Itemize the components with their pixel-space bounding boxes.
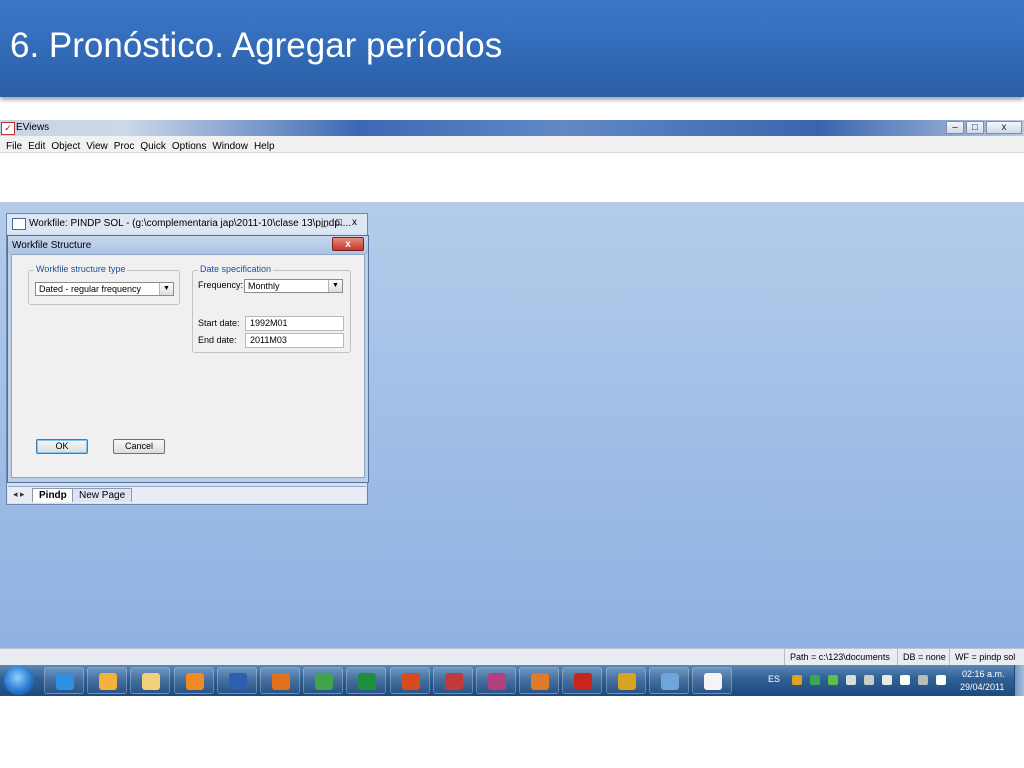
tray-icon[interactable]: [846, 675, 856, 685]
taskbar-app-button[interactable]: [130, 667, 171, 694]
taskbar-app-button[interactable]: [648, 667, 689, 694]
taskbar-app-button[interactable]: [389, 667, 430, 694]
firefox-icon: [272, 673, 290, 690]
acrobat-icon: [574, 673, 593, 690]
slide-title: 6. Pronóstico. Agregar períodos: [10, 26, 503, 65]
taskbar-app-button[interactable]: [605, 667, 646, 694]
eviews-screenshot: ✓ EViews – □ x File Edit Object View Proc Qui…: [0, 120, 1024, 696]
tray-icon[interactable]: [882, 675, 892, 685]
taskbar-app-button[interactable]: [562, 667, 603, 694]
minitab-icon: [444, 673, 463, 690]
excel-icon: [358, 673, 377, 690]
close-button[interactable]: x: [986, 121, 1022, 134]
clock-time[interactable]: 02:16 a.m.: [962, 669, 1005, 679]
taskbar-app-button[interactable]: [260, 667, 300, 694]
chevron-down-icon[interactable]: ▼: [328, 280, 342, 292]
paint-icon: [660, 673, 679, 690]
frequency-label: Frequency:: [198, 280, 244, 290]
taskbar-app-button[interactable]: [476, 667, 516, 694]
taskbar-app-button[interactable]: [692, 667, 732, 694]
date-specification-group: Date specification Frequency: Monthly ▼ …: [192, 264, 351, 353]
workfile-window: Workfile: PINDP SOL - (g:\complementaria…: [6, 213, 369, 505]
powerpoint-icon: [401, 673, 420, 690]
tab-scroll-arrows[interactable]: ◂ ▸: [13, 489, 25, 500]
show-desktop-button[interactable]: [1014, 665, 1024, 696]
maximize-button[interactable]: □: [966, 121, 984, 134]
dialog-body: Workfile structure type Dated - regular …: [11, 254, 365, 478]
menubar: File Edit Object View Proc Quick Options Window…: [0, 136, 1024, 153]
taskbar-app-button[interactable]: [216, 667, 257, 694]
tray-icon[interactable]: [828, 675, 838, 685]
workfile-structure-dialog: Workfile Structure x Workfile structure …: [7, 235, 369, 483]
matlab-icon: [531, 673, 550, 690]
start-date-label: Start date:: [198, 318, 240, 328]
status-db: DB = none: [897, 649, 949, 666]
dialog-title: Workfile Structure: [12, 240, 92, 251]
clock-date[interactable]: 29/04/2011: [960, 682, 1004, 692]
taskbar-app-button[interactable]: [346, 667, 387, 694]
status-path: Path = c:\123\documents: [784, 649, 897, 666]
workfile-title: Workfile: PINDP SOL - (g:\complementaria…: [29, 218, 352, 229]
command-window[interactable]: [0, 153, 1024, 205]
start-date-field[interactable]: 1992M01: [245, 316, 344, 331]
minimize-button[interactable]: –: [946, 121, 964, 134]
tab-pindp[interactable]: Pindp: [32, 488, 74, 502]
structure-type-value: Dated - regular frequency: [39, 284, 142, 294]
tray-icon[interactable]: [900, 675, 910, 685]
language-indicator[interactable]: ES: [768, 674, 780, 684]
app-title: EViews: [16, 122, 50, 133]
media-player-icon: [185, 673, 204, 690]
workfile-close-button[interactable]: x: [352, 217, 357, 228]
taskbar-app-button[interactable]: [173, 667, 214, 694]
frequency-select[interactable]: Monthly ▼: [244, 279, 343, 293]
status-bar: Path = c:\123\documents DB = none WF = p…: [0, 648, 1024, 666]
chrome-icon: [315, 673, 334, 690]
date-specification-legend: Date specification: [198, 264, 274, 274]
eye-app-icon: [617, 673, 636, 690]
tray-icon[interactable]: [918, 675, 928, 685]
dialog-close-button[interactable]: x: [332, 237, 364, 251]
word-icon: [228, 673, 247, 690]
dialog-titlebar: Workfile Structure x: [8, 236, 368, 254]
taskbar-app-button[interactable]: [87, 667, 128, 694]
tray-icon[interactable]: [792, 675, 802, 685]
slide-header: 6. Pronóstico. Agregar períodos: [0, 0, 1024, 97]
structure-type-select[interactable]: Dated - regular frequency ▼: [35, 282, 174, 296]
tray-icon[interactable]: [936, 675, 946, 685]
end-date-field[interactable]: 2011M03: [245, 333, 344, 348]
internet-explorer-icon: [56, 673, 74, 690]
taskbar-app-button[interactable]: [432, 667, 473, 694]
eviews-icon: ✓: [1, 122, 15, 135]
workfile-titlebar: Workfile: PINDP SOL - (g:\complementaria…: [7, 214, 367, 233]
workfile-icon: [12, 218, 26, 230]
workfile-page-tabs: ◂ ▸ Pindp New Page: [8, 486, 366, 503]
frequency-value: Monthly: [248, 281, 280, 291]
structure-type-group: Workfile structure type Dated - regular …: [28, 264, 180, 305]
status-workfile: WF = pindp sol: [949, 649, 1024, 666]
app-flower-icon: [488, 673, 506, 690]
tray-icon[interactable]: [810, 675, 820, 685]
taskbar-app-button[interactable]: [519, 667, 560, 694]
tray-icon[interactable]: [864, 675, 874, 685]
workfile-maximize-button[interactable]: □: [336, 217, 342, 228]
taskbar: ES 02:16 a.m. 29/04/2011: [0, 665, 1024, 696]
eviews-icon: [704, 673, 722, 690]
outlook-icon: [99, 673, 118, 690]
chevron-down-icon[interactable]: ▼: [159, 283, 173, 295]
taskbar-app-button[interactable]: [44, 667, 84, 694]
structure-type-legend: Workfile structure type: [34, 264, 128, 274]
file-explorer-icon: [142, 673, 161, 690]
tab-new-page[interactable]: New Page: [72, 488, 133, 502]
workfile-minimize-button[interactable]: _: [321, 217, 327, 228]
start-button[interactable]: [4, 666, 34, 695]
ok-button[interactable]: OK: [36, 439, 88, 454]
cancel-button[interactable]: Cancel: [113, 439, 165, 454]
end-date-label: End date:: [198, 335, 237, 345]
taskbar-app-button[interactable]: [303, 667, 344, 694]
app-titlebar: ✓ EViews – □ x: [0, 120, 1024, 136]
